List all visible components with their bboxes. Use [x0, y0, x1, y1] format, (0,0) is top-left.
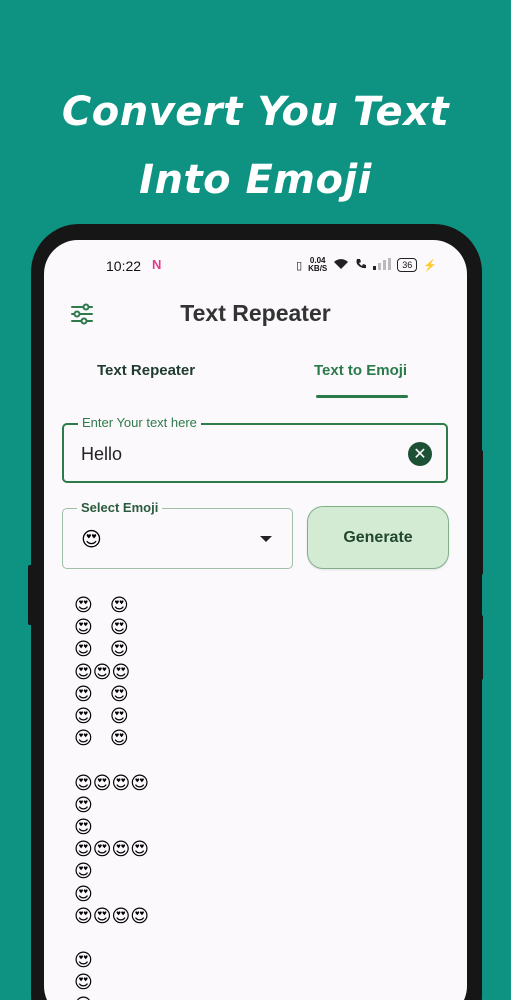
generate-button[interactable]: Generate	[307, 506, 449, 569]
status-bar: 10:22 N ▯ 0.04 KB/S 36 ⚡	[44, 240, 467, 292]
emoji-select-label: Select Emoji	[77, 500, 163, 515]
text-input-value[interactable]: Hello	[81, 444, 122, 465]
promo-headline-line1: Convert You Text	[61, 89, 450, 135]
tab-bar: Text Repeater Text to Emoji	[44, 350, 467, 400]
promo-headline: Convert You Text Into Emoji	[0, 78, 511, 214]
app-bar: Text Repeater	[44, 292, 467, 340]
wifi-icon	[333, 258, 349, 273]
notification-app-icon: N	[152, 257, 162, 272]
vibrate-icon: ▯	[296, 259, 303, 272]
tab-indicator	[316, 395, 408, 398]
promo-headline-line2: Into Emoji	[139, 157, 372, 203]
charging-icon: ⚡	[423, 259, 437, 272]
phone-side-button	[478, 615, 483, 680]
emoji-select-value: 😍	[81, 527, 102, 551]
dropdown-arrow-icon[interactable]	[260, 536, 272, 542]
network-speed-unit: KB/S	[308, 264, 328, 273]
app-title: Text Repeater	[180, 300, 331, 326]
status-icons: ▯ 0.04 KB/S 36 ⚡	[296, 257, 437, 273]
app-screen: 10:22 N ▯ 0.04 KB/S 36 ⚡ Text Repeater T…	[44, 240, 467, 1000]
phone-side-button	[28, 565, 33, 625]
signal-icon	[373, 257, 392, 273]
battery-icon: 36	[397, 258, 418, 272]
emoji-select[interactable]: Select Emoji 😍	[62, 500, 293, 569]
call-icon	[355, 258, 367, 273]
clear-icon[interactable]: ✕	[408, 442, 432, 466]
phone-side-button	[478, 450, 483, 575]
tab-text-to-emoji[interactable]: Text to Emoji	[314, 362, 407, 379]
tab-text-repeater[interactable]: Text Repeater	[97, 362, 195, 379]
emoji-output-text: 😍 😍 😍 😍 😍 😍 😍😍😍 😍 😍 😍 😍 😍 😍 😍😍😍😍 😍 😍 😍😍😍…	[74, 595, 150, 1000]
network-speed: 0.04 KB/S	[308, 257, 327, 273]
status-time: 10:22	[106, 258, 142, 274]
text-input-label: Enter Your text here	[78, 415, 201, 430]
text-input-field[interactable]: Enter Your text here Hello ✕	[62, 415, 448, 483]
